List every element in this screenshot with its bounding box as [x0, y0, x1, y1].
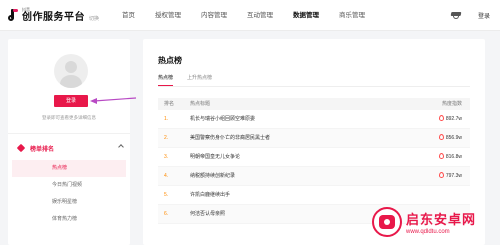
ranking-section-label: 榜单排名 — [30, 146, 55, 153]
row-title[interactable]: 许凯白鹿继续出手 — [186, 186, 410, 204]
sidebar: 登录 登录即可查看更多详细信息 榜单排名 热点榜 今日热门视频 娱乐明星榜 体育… — [8, 39, 137, 245]
fire-icon — [438, 133, 444, 140]
row-heat — [410, 186, 470, 204]
watermark-title: 启东安卓网 — [406, 212, 477, 227]
pointer-arrow-icon — [90, 97, 137, 104]
header-login-link[interactable]: 登录 — [478, 11, 490, 20]
graduation-cap-icon[interactable] — [450, 11, 462, 20]
table-row[interactable]: 4. 纳税额持续创新纪录 797.3w — [158, 167, 470, 186]
table-header: 排名 热点标题 热度指数 — [158, 98, 470, 110]
logo-small-text: 抖音 — [22, 6, 30, 12]
row-rank: 3. — [164, 154, 169, 160]
divider — [8, 133, 130, 134]
sidebar-item-today-hot-videos[interactable]: 今日热门视频 — [12, 177, 126, 194]
row-title[interactable]: 机长与瑞谷小组回顾空难原委 — [186, 110, 410, 128]
row-rank: 1. — [164, 116, 169, 122]
nav-content[interactable]: 内容管理 — [191, 0, 237, 31]
column-header-heat: 热度指数 — [441, 101, 462, 107]
tab-hot-list[interactable]: 热点榜 — [158, 74, 174, 86]
fire-icon — [438, 152, 444, 159]
column-header-rank: 排名 — [164, 101, 175, 107]
sidebar-item-hot-list[interactable]: 热点榜 — [12, 160, 126, 177]
row-rank: 4. — [164, 173, 169, 179]
sidebar-item-entertainment-stars[interactable]: 娱乐明星榜 — [12, 194, 126, 211]
logo-switch-tag[interactable]: 切换 — [89, 15, 99, 22]
login-button[interactable]: 登录 — [54, 95, 88, 107]
tiktok-logo-icon — [8, 8, 19, 22]
logo[interactable]: 抖音 创作服务平台 切换 — [8, 6, 104, 23]
table-row[interactable]: 2. 美国警察伤身仆亡的非裔居民黑士者 856.9w — [158, 129, 470, 148]
page-title: 热点榜 — [158, 56, 182, 65]
ranking-section-header[interactable]: 榜单排名 — [16, 143, 124, 153]
row-heat: 856.9w — [445, 135, 462, 141]
table-row[interactable]: 3. 明朝帝国皇无儿女争论 816.8w — [158, 148, 470, 167]
tab-rising-hot-list[interactable]: 上升热点榜 — [187, 74, 212, 86]
nav-interaction[interactable]: 互动管理 — [237, 0, 283, 31]
column-header-title: 热点标题 — [190, 101, 211, 107]
nav-authorization[interactable]: 授权管理 — [145, 0, 191, 31]
diamond-icon — [16, 143, 26, 153]
tab-divider — [158, 86, 470, 87]
nav-data[interactable]: 数据管理 — [283, 0, 329, 31]
row-title[interactable]: 纳税额持续创新纪录 — [186, 167, 410, 185]
avatar — [54, 54, 88, 88]
watermark-url: www.qdldtu.com — [406, 229, 450, 235]
main-nav: 首页 授权管理 内容管理 互动管理 数据管理 商乐管理 — [112, 0, 375, 31]
chevron-up-icon — [118, 144, 124, 150]
nav-commerce[interactable]: 商乐管理 — [329, 0, 375, 31]
table-row[interactable]: 1. 机长与瑞谷小组回顾空难原委 892.7w — [158, 110, 470, 129]
sidebar-item-sports[interactable]: 体育热力榜 — [12, 211, 126, 228]
fire-icon — [438, 114, 444, 121]
row-rank: 2. — [164, 135, 169, 141]
row-heat: 797.3w — [445, 173, 462, 179]
logo-title: 创作服务平台 — [22, 11, 85, 23]
site-watermark: 启东安卓网 www.qdldtu.com — [372, 204, 492, 240]
row-heat: 892.7w — [445, 116, 462, 122]
row-title[interactable]: 明朝帝国皇无儿女争论 — [186, 148, 410, 166]
row-heat: 816.8w — [445, 154, 462, 160]
row-rank: 6. — [164, 211, 169, 217]
top-navbar: 抖音 创作服务平台 切换 首页 授权管理 内容管理 互动管理 数据管理 商乐管理… — [0, 0, 500, 31]
nav-home[interactable]: 首页 — [112, 0, 145, 31]
login-hint-text: 登录即可查看更多详细信息 — [42, 115, 96, 120]
sidebar-list: 热点榜 今日热门视频 娱乐明星榜 体育热力榜 — [12, 160, 126, 228]
fire-icon — [438, 171, 444, 178]
row-title[interactable]: 美国警察伤身仆亡的非裔居民黑士者 — [186, 129, 410, 147]
table-row[interactable]: 5. 许凯白鹿继续出手 — [158, 186, 470, 205]
row-rank: 5. — [164, 192, 169, 198]
watermark-logo-icon — [372, 207, 402, 237]
tab-bar: 热点榜 上升热点榜 — [158, 74, 226, 86]
